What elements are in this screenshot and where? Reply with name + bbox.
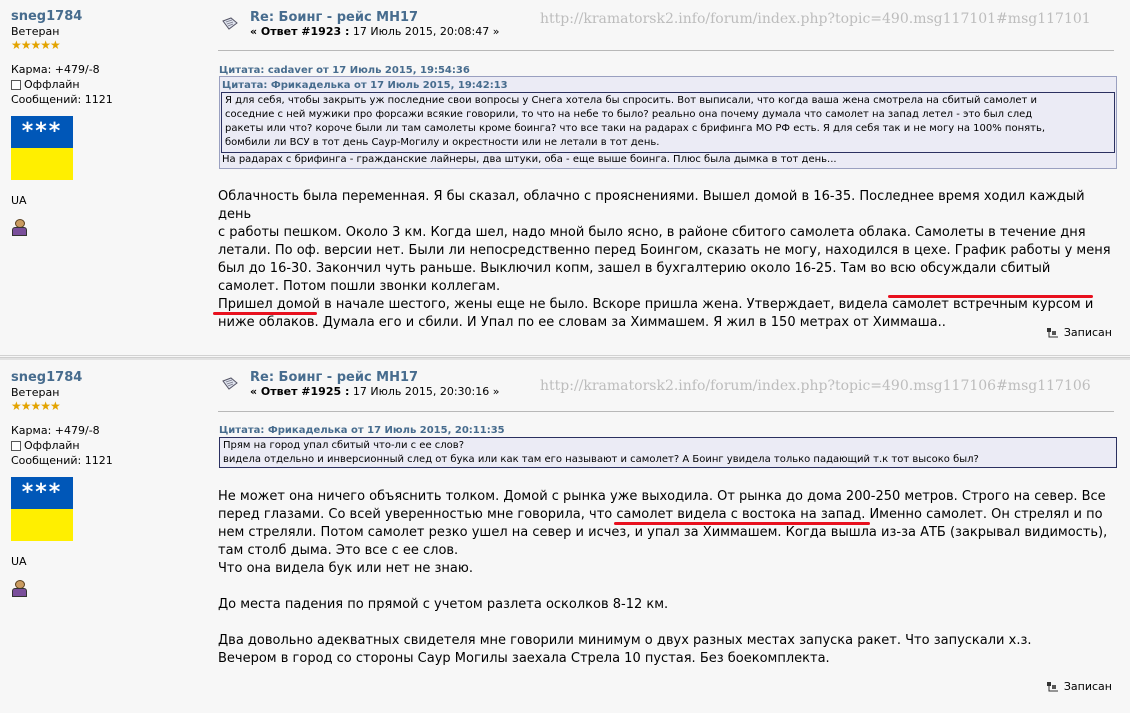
quote-text: На радарах с брифинга - гражданские лайн… [222, 154, 837, 165]
post-subject-link[interactable]: Re: Боинг - рейс МН17 [250, 10, 418, 25]
avatar: *** [11, 477, 73, 541]
post-meta: « Ответ #1923 : 17 Июль 2015, 20:08:47 » [250, 25, 499, 38]
body-line: с работы пешком. Около 3 км. Когда шел, … [218, 225, 1086, 240]
body-line [218, 578, 1118, 596]
divider [218, 411, 1114, 412]
red-underline [888, 295, 1093, 298]
nested-quote-header[interactable]: Цитата: Фрикаделька от 17 Июль 2015, 19:… [222, 80, 508, 91]
karma: Карма: +479/-8 [11, 424, 100, 437]
saved-label: Записан [1063, 326, 1112, 339]
forum-post: sneg1784 Ветеран ★★★★★ Карма: +479/-8 Оф… [0, 0, 1130, 356]
poster-info: sneg1784 Ветеран ★★★★★ Карма: +479/-8 Оф… [11, 9, 201, 236]
quote-block: Прям на город упал сбитый что-ли с ее сл… [219, 437, 1117, 468]
body-line: Что она видела бук или нет не знаю. [218, 561, 473, 576]
nested-quote: Я для себя, чтобы закрыть уж последние с… [221, 92, 1115, 153]
status-icon [11, 79, 21, 90]
reply-number: « Ответ #1923 : [250, 25, 350, 38]
user-country: UA [11, 194, 27, 207]
karma: Карма: +479/-8 [11, 63, 100, 76]
status-icon [11, 440, 21, 451]
post-meta: « Ответ #1925 : 17 Июль 2015, 20:30:16 » [250, 385, 499, 398]
quote-header[interactable]: Цитата: cadaver от 17 Июль 2015, 19:54:3… [219, 65, 470, 76]
message-icon [222, 17, 238, 30]
ip-icon [1046, 327, 1058, 337]
body-line [218, 614, 1118, 632]
forum-post: sneg1784 Ветеран ★★★★★ Карма: +479/-8 Оф… [0, 361, 1130, 713]
quote-line: ракеты или что? короче были ли там самол… [225, 123, 1046, 134]
watermark: http://kramatorsk2.info/forum/index.php?… [540, 378, 1091, 394]
body-line: самолет. Потом пошли звонки коллегам. [218, 279, 501, 294]
quote-line: бомбили ли ВСУ в тот день Саур-Могилу и … [225, 137, 660, 148]
body-line: там столб дыма. Это все с ее слов. [218, 543, 459, 558]
post-body: Облачность была переменная. Я бы сказал,… [218, 188, 1118, 332]
avatar: *** [11, 116, 73, 180]
post-date: 17 Июль 2015, 20:30:16 » [349, 385, 500, 398]
post-subject-link[interactable]: Re: Боинг - рейс МН17 [250, 370, 418, 385]
post-separator [0, 357, 1130, 360]
quote-line: Я для себя, чтобы закрыть уж последние с… [225, 95, 1038, 106]
reply-number: « Ответ #1925 : [250, 385, 350, 398]
status-label: Оффлайн [24, 439, 80, 452]
body-line: Облачность была переменная. Я бы сказал,… [218, 189, 1085, 222]
quote-line: Прям на город упал сбитый что-ли с ее сл… [223, 440, 464, 451]
message-icon [222, 377, 238, 390]
user-country: UA [11, 555, 27, 568]
red-underline [213, 312, 317, 315]
user-rank: Ветеран [11, 25, 60, 38]
online-status: Оффлайн [11, 78, 201, 91]
rank-stars-icon: ★★★★★ [11, 399, 61, 413]
profile-icon[interactable] [11, 219, 27, 236]
profile-icon[interactable] [11, 580, 27, 597]
body-line: был до 16-30. Закончил чуть раньше. Выкл… [218, 261, 1051, 276]
post-body: Не может она ничего объяснить толком. До… [218, 488, 1118, 668]
saved-label: Записан [1063, 680, 1112, 693]
status-label: Оффлайн [24, 78, 80, 91]
body-line: ниже облаков. Думала его и сбили. И Упал… [218, 315, 946, 330]
quote-line: соседние с ней мужики про форсажи всякие… [225, 109, 1033, 120]
rank-stars-icon: ★★★★★ [11, 38, 61, 52]
divider [218, 50, 1114, 51]
quote-line: видела отдельно и инверсионный след от б… [223, 454, 979, 465]
watermark: http://kramatorsk2.info/forum/index.php?… [540, 11, 1091, 27]
author-link[interactable]: sneg1784 [11, 370, 201, 385]
body-line: Не может она ничего объяснить толком. До… [218, 489, 1106, 504]
quote-header[interactable]: Цитата: Фрикаделька от 17 Июль 2015, 20:… [219, 425, 505, 436]
author-link[interactable]: sneg1784 [11, 9, 201, 24]
body-line: Вечером в город со стороны Саур Могилы з… [218, 651, 830, 666]
body-line: нем стреляли. Потом самолет резко ушел н… [218, 525, 1108, 540]
message-count: Сообщений: 1121 [11, 93, 113, 106]
ip-icon [1046, 681, 1058, 691]
avatar-stars: *** [11, 116, 73, 148]
poster-info: sneg1784 Ветеран ★★★★★ Карма: +479/-8 Оф… [11, 370, 201, 597]
saved-status: Записан [1046, 680, 1112, 693]
body-line: Два довольно адекватных свидетеля мне го… [218, 633, 1032, 648]
body-line: летали. По оф. версии нет. Были ли непос… [218, 243, 1111, 258]
saved-status: Записан [1046, 326, 1112, 339]
online-status: Оффлайн [11, 439, 201, 452]
avatar-stars: *** [11, 477, 73, 509]
user-rank: Ветеран [11, 386, 60, 399]
body-line: Пришел домой в начале шестого, жены еще … [218, 297, 1094, 312]
red-underline [614, 522, 870, 525]
body-line: До места падения по прямой с учетом разл… [218, 597, 669, 612]
post-date: 17 Июль 2015, 20:08:47 » [349, 25, 500, 38]
message-count: Сообщений: 1121 [11, 454, 113, 467]
